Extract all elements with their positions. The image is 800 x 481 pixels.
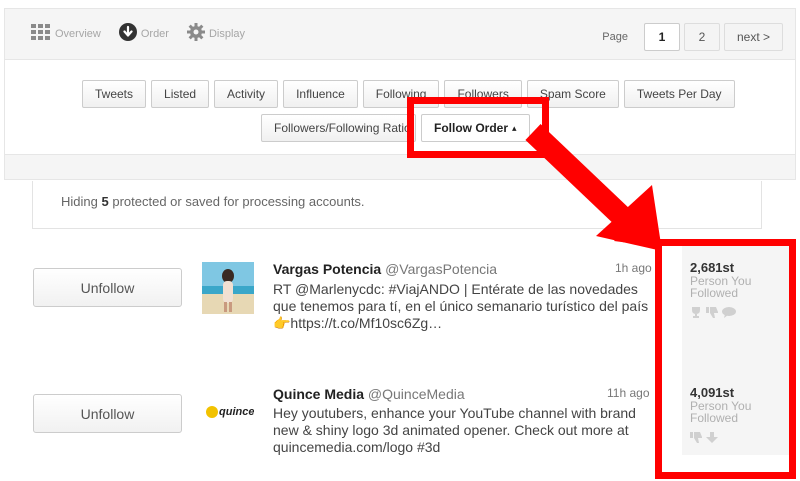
- red-arrow-annotation: [525, 124, 662, 251]
